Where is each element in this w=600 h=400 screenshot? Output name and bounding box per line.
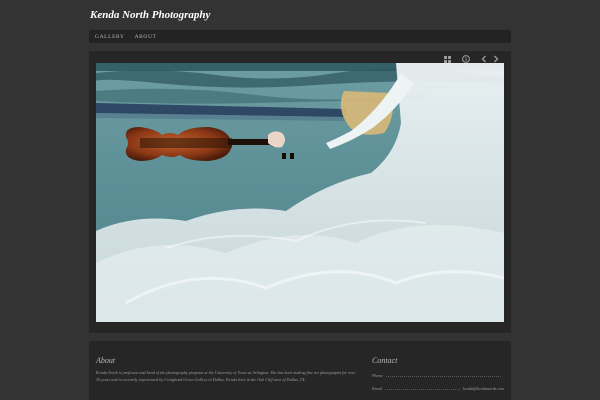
footer-panel: About Kenda North is professor and head …	[89, 341, 511, 400]
site-title[interactable]: Kenda North Photography	[90, 9, 210, 21]
about-heading: About	[96, 356, 116, 365]
email-label: Email	[372, 386, 383, 391]
phone-leader	[385, 376, 501, 377]
main-nav: GALLERY ABOUT	[89, 30, 511, 43]
contact-phone-row: Phone	[372, 372, 504, 378]
nav-item-gallery[interactable]: GALLERY	[95, 34, 125, 40]
contact-heading: Contact	[372, 356, 398, 365]
gallery-photo[interactable]	[96, 63, 504, 322]
phone-label: Phone	[372, 373, 383, 378]
nav-item-about[interactable]: ABOUT	[135, 34, 157, 40]
email-leader	[385, 389, 461, 390]
contact-email-row: Email kenda@kendanorth.com	[372, 385, 504, 391]
email-link[interactable]: kenda@kendanorth.com	[463, 386, 504, 391]
about-text: Kenda North is professor and head of the…	[96, 370, 356, 382]
gallery-panel	[89, 51, 511, 333]
